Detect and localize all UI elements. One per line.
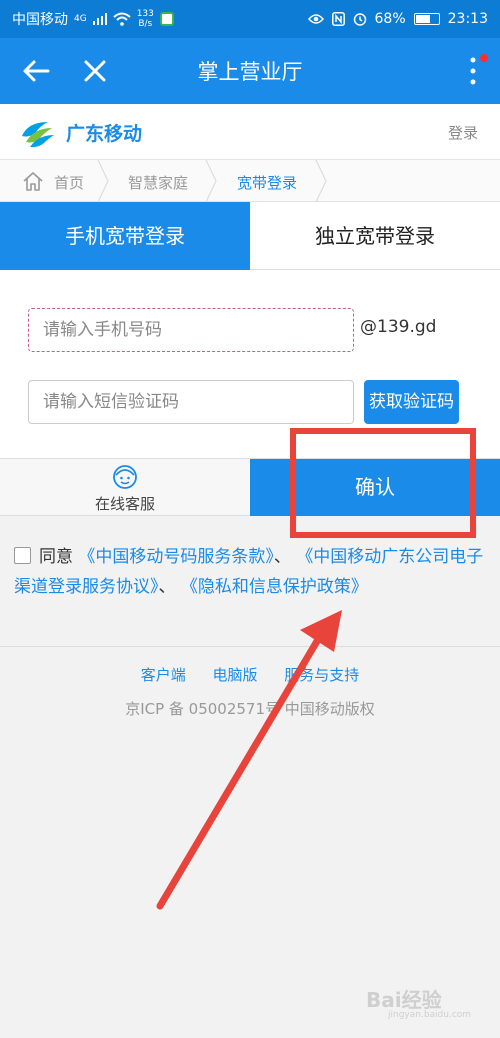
- breadcrumb-broadband-login: 宽带登录: [237, 174, 298, 192]
- watermark-brand: Bai经验: [366, 988, 442, 1012]
- agree-checkbox[interactable]: [14, 547, 31, 564]
- sms-code-input[interactable]: 请输入短信验证码: [28, 380, 354, 424]
- customer-service-icon: [113, 465, 137, 489]
- agree-prefix: 同意: [39, 547, 73, 567]
- battery-percent: 68%: [374, 11, 406, 27]
- chevron-right-icon: [97, 160, 109, 202]
- baidu-watermark: Bai经验 jingyan.baidu.com: [366, 980, 476, 1022]
- agree-separator: 、: [273, 547, 291, 567]
- login-link[interactable]: 登录: [448, 122, 478, 143]
- app-bar: 掌上营业厅: [0, 38, 500, 104]
- online-service-button[interactable]: 在线客服: [0, 459, 250, 516]
- footer-link-support[interactable]: 服务与支持: [284, 666, 359, 684]
- agreement: 同意 《中国移动号码服务条款》、 《中国移动广东公司电子渠道登录服务协议》、 《…: [14, 542, 490, 602]
- network-speed: 133 B/s: [136, 9, 154, 29]
- page-title: 掌上营业厅: [197, 60, 303, 84]
- home-icon[interactable]: [22, 170, 44, 192]
- chevron-right-icon: [315, 160, 327, 202]
- nfc-icon: [331, 12, 345, 26]
- eye-icon: [307, 14, 324, 24]
- phone-input[interactable]: 请输入手机号码: [28, 308, 354, 352]
- watermark-domain: jingyan.baidu.com: [388, 1010, 472, 1020]
- clock: 23:13: [447, 11, 488, 27]
- footer-links: 客户端 电脑版 服务与支持: [0, 664, 500, 685]
- privacy-policy-link[interactable]: 《隐私和信息保护政策》: [181, 577, 368, 597]
- breadcrumb-smart-home[interactable]: 智慧家庭: [128, 172, 188, 193]
- alarm-icon: [353, 13, 366, 26]
- notification-dot: [480, 54, 488, 62]
- brand-name: 广东移动: [66, 123, 143, 145]
- signal-bars-icon: [92, 13, 107, 25]
- breadcrumb-home[interactable]: 首页: [54, 172, 84, 193]
- status-bar: 中国移动 4G 133 B/s 68% 23:13: [0, 0, 500, 38]
- icp-notice: 京ICP 备 05002571号 中国移动版权: [125, 700, 375, 718]
- phone-suffix: @139.gd: [360, 317, 437, 337]
- china-mobile-logo-icon[interactable]: [18, 116, 56, 150]
- brand-bar: 广东移动 登录: [0, 104, 500, 160]
- more-vertical-icon[interactable]: [468, 56, 478, 86]
- footer-link-client[interactable]: 客户端: [141, 666, 186, 684]
- chevron-right-icon: [205, 160, 217, 202]
- divider: [0, 646, 500, 647]
- footer-link-desktop[interactable]: 电脑版: [212, 666, 257, 684]
- get-code-button[interactable]: 获取验证码: [364, 380, 459, 424]
- app-notification-icon: [159, 12, 174, 26]
- highlight-box: [290, 428, 476, 538]
- wifi-icon: [113, 12, 131, 26]
- tab-standalone-broadband[interactable]: 独立宽带登录: [250, 202, 500, 270]
- service-terms-link[interactable]: 《中国移动号码服务条款》: [78, 547, 274, 567]
- signal-indicator: 4G: [74, 13, 87, 24]
- tab-mobile-broadband[interactable]: 手机宽带登录: [0, 202, 250, 270]
- battery-icon: [413, 13, 440, 25]
- carrier-label: 中国移动: [12, 12, 68, 28]
- online-service-label: 在线客服: [94, 495, 155, 513]
- breadcrumb: 首页 智慧家庭 宽带登录: [0, 160, 500, 202]
- agree-separator: 、: [158, 577, 176, 597]
- login-tabs: 手机宽带登录 独立宽带登录: [0, 202, 500, 270]
